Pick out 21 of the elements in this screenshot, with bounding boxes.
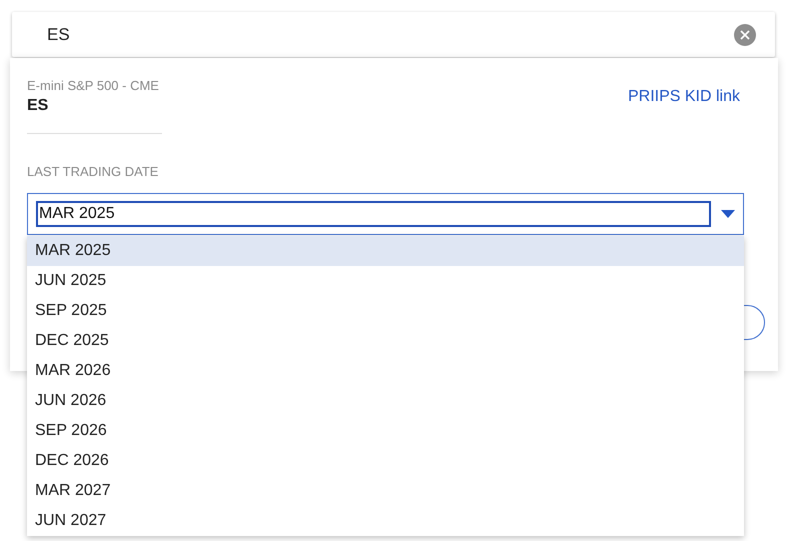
dropdown-option[interactable]: SEP 2026 [27, 416, 744, 446]
dropdown-option[interactable]: JUN 2026 [27, 386, 744, 416]
date-select[interactable]: MAR 2025 [27, 193, 744, 235]
dropdown-option[interactable]: DEC 2026 [27, 446, 744, 476]
dropdown-option[interactable]: MAR 2027 [27, 476, 744, 506]
dropdown-option[interactable]: SEP 2025 [27, 296, 744, 326]
search-field[interactable]: ES [12, 12, 775, 57]
clear-button[interactable] [734, 24, 756, 46]
dropdown-option[interactable]: DEC 2025 [27, 326, 744, 356]
select-value: MAR 2025 [36, 201, 711, 227]
instrument-name: E-mini S&P 500 - CME [27, 78, 160, 93]
dropdown-option[interactable]: MAR 2026 [27, 356, 744, 386]
dropdown-option[interactable]: JUN 2027 [27, 506, 744, 536]
field-label: LAST TRADING DATE [27, 164, 158, 179]
dropdown-option[interactable]: MAR 2025 [27, 236, 744, 266]
dropdown-option[interactable]: JUN 2025 [27, 266, 744, 296]
instrument-symbol: ES [27, 97, 50, 115]
close-icon [740, 30, 750, 40]
priips-kid-link[interactable]: PRIIPS KID link [628, 88, 740, 106]
caret-icon [721, 210, 735, 218]
search-input[interactable]: ES [47, 24, 347, 44]
